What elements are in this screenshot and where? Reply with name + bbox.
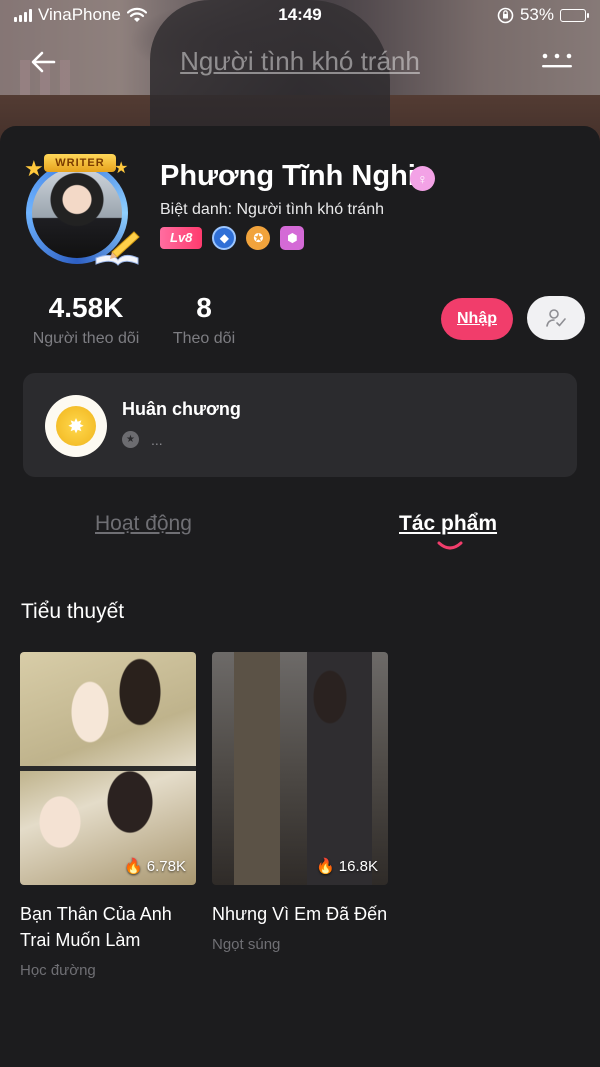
followers-count: 4.58K xyxy=(48,292,124,323)
book-genre: Ngọt súng xyxy=(212,936,281,953)
badge-row: Lv8 ◆ ✪ ⬢ xyxy=(160,226,305,250)
tab-works[interactable]: Tác phẩm xyxy=(399,512,497,536)
book-title[interactable]: Nhưng Vì Em Đã Đến xyxy=(212,901,388,927)
view-count-value: 6.78K xyxy=(146,857,186,875)
signal-icon xyxy=(14,8,32,22)
gem-badge-icon[interactable]: ⬢ xyxy=(280,226,305,250)
diamond-badge-icon[interactable]: ◆ xyxy=(212,226,237,250)
medal-card[interactable]: ✸ Huân chương ★ ... xyxy=(23,373,577,477)
active-tab-indicator xyxy=(437,541,463,550)
status-bar: VinaPhone 14:49 53% xyxy=(0,0,600,30)
profile-sheet: ★ ★ WRITER Phương Tĩnh Nghi ♀ Biệt danh:… xyxy=(0,126,600,1067)
fire-icon: 🔥 xyxy=(316,858,335,875)
writer-badge: WRITER xyxy=(44,154,116,172)
medal-icon: ✸ xyxy=(45,395,107,457)
avatar[interactable]: ★ ★ WRITER xyxy=(18,154,142,270)
view-count: 🔥 6.78K xyxy=(124,857,186,876)
clock: 14:49 xyxy=(278,5,322,24)
battery-icon xyxy=(560,8,589,22)
medal-badge-icon[interactable]: ✪ xyxy=(246,226,271,250)
level-badge[interactable]: Lv8 xyxy=(160,227,203,249)
following-count: 8 xyxy=(196,292,212,323)
medal-title: Huân chương xyxy=(122,399,241,419)
wifi-icon xyxy=(126,7,147,22)
book-card[interactable]: 🔥 16.8K Nhưng Vì Em Đã Đến Ngọt súng xyxy=(212,652,388,953)
followers-label: Người theo dõi xyxy=(32,330,140,347)
book-genre: Học đường xyxy=(20,962,96,979)
follow-button[interactable]: Nhập xyxy=(441,298,513,340)
profile-name: Phương Tĩnh Nghi xyxy=(160,160,416,192)
nav-bar: Người tình khó tránh xyxy=(0,38,600,86)
fire-icon: 🔥 xyxy=(124,858,143,875)
star-icon: ★ xyxy=(114,160,129,177)
user-check-icon xyxy=(546,309,566,327)
pen-book-icon xyxy=(95,231,140,266)
star-icon: ★ xyxy=(24,156,44,181)
book-cover[interactable]: 🔥 16.8K xyxy=(212,652,388,885)
following-label: Theo dõi xyxy=(172,330,236,347)
followers-stat[interactable]: 4.58K Người theo dõi xyxy=(28,292,144,348)
book-cover[interactable]: 🔥 6.78K xyxy=(20,652,196,885)
tab-activity[interactable]: Hoạt động xyxy=(95,512,192,536)
profile-nickname: Biệt danh: Người tình khó tránh xyxy=(160,201,384,218)
view-count-value: 16.8K xyxy=(338,857,378,875)
nav-title: Người tình khó tránh xyxy=(180,46,420,76)
following-stat[interactable]: 8 Theo dõi xyxy=(166,292,242,348)
followed-user-button[interactable] xyxy=(527,296,585,340)
star-circle-icon: ★ xyxy=(122,431,139,448)
medal-subtitle: ... xyxy=(151,431,163,448)
orientation-lock-icon xyxy=(497,7,514,23)
section-title: Tiểu thuyết xyxy=(21,600,125,623)
carrier-name: VinaPhone xyxy=(38,5,121,24)
book-card[interactable]: 🔥 6.78K Bạn Thân Của Anh Trai Muốn Làm H… xyxy=(20,652,196,979)
battery-percent: 53% xyxy=(519,5,554,24)
more-menu-icon[interactable] xyxy=(540,52,574,72)
view-count: 🔥 16.8K xyxy=(316,857,378,876)
female-gender-icon: ♀ xyxy=(410,166,435,191)
book-title[interactable]: Bạn Thân Của Anh Trai Muốn Làm xyxy=(20,901,196,953)
